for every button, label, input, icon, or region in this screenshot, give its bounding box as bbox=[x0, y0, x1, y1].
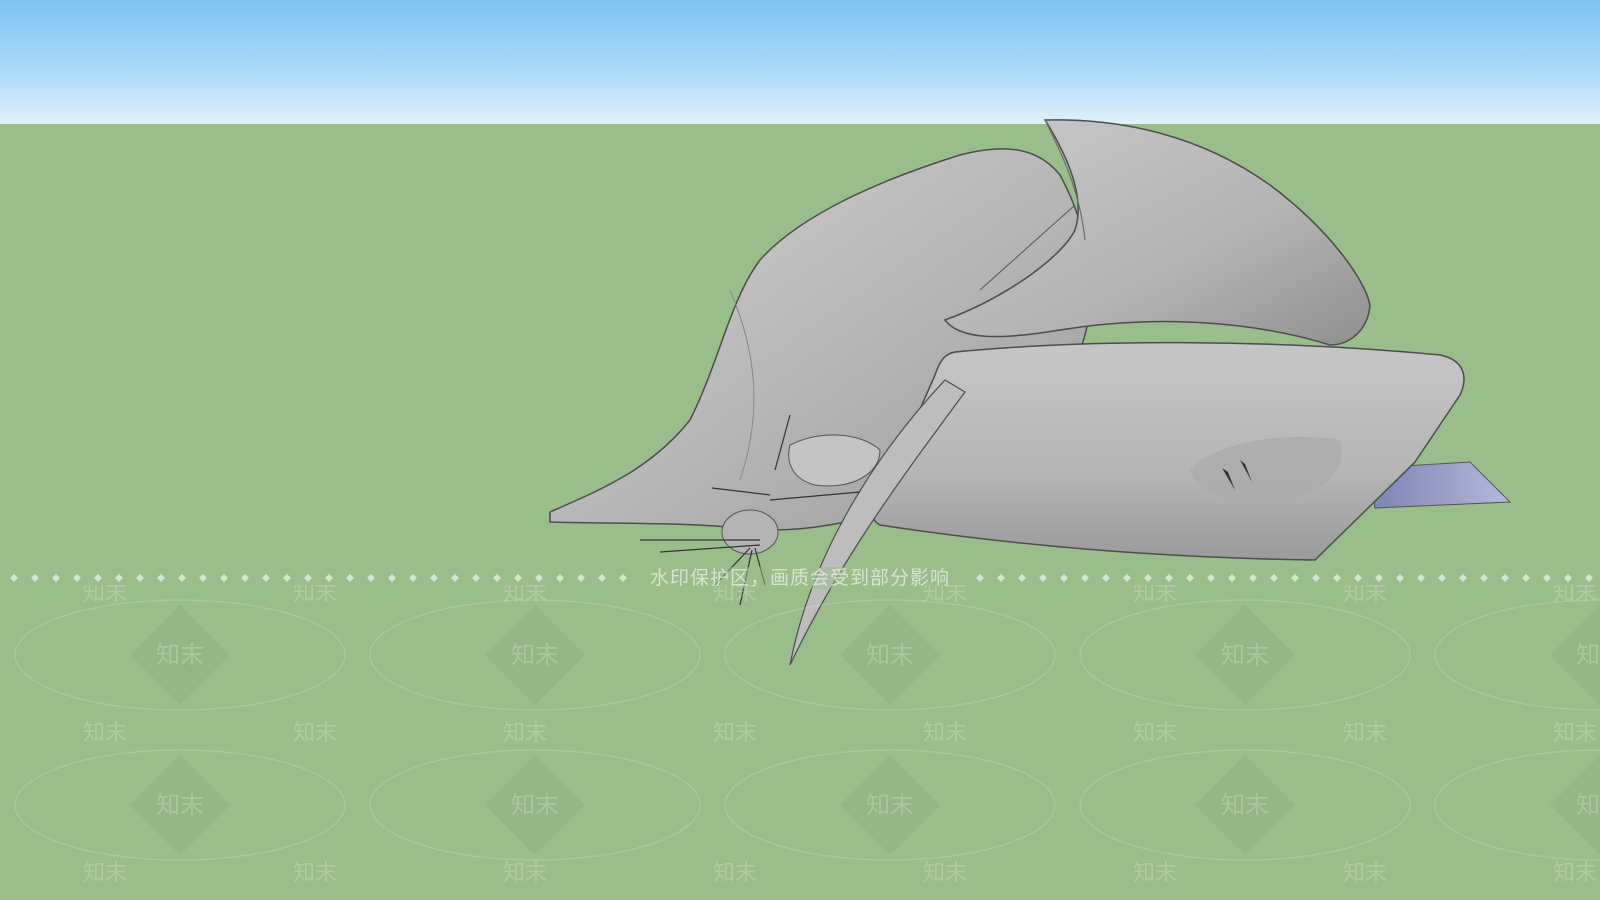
watermark-tiles: 知末 知末 知末 知末 知末 知末 知末 知末 知末 知末 知末 知末 知末 知末 知末 知末 知末 知末 知末 知末… bbox=[0, 581, 1600, 900]
watermark-brand-text: 知末 bbox=[511, 641, 559, 669]
watermark-brand-text: 知末 bbox=[156, 641, 204, 669]
watermark-brand-text: 知末 bbox=[503, 861, 547, 886]
watermark-brand-text: 知末 bbox=[1553, 721, 1597, 746]
watermark-brand-text: 知末 bbox=[293, 721, 337, 746]
watermark-brand-text: 知末 bbox=[1133, 861, 1177, 886]
watermark-brand-text: 知末 bbox=[1221, 791, 1269, 819]
watermark-brand-text: 知末 bbox=[713, 861, 757, 886]
watermark-brand-text: 知末 bbox=[1553, 585, 1597, 606]
watermark-brand-text: 知末 bbox=[1553, 861, 1597, 886]
watermark-brand-text: 知末 bbox=[156, 791, 204, 819]
modeling-viewport[interactable]: 水印保护区，画质会受到部分影响 知末 知末 知末 知末 知末 知末 知末 知末 知末 知末 知末 知末… bbox=[0, 0, 1600, 900]
watermark-brand-text: 知末 bbox=[1133, 721, 1177, 746]
watermark-brand-text: 知末 bbox=[1343, 585, 1387, 606]
watermark-brand-text: 知末 bbox=[1133, 585, 1177, 606]
watermark-brand-text: 知末 bbox=[1343, 721, 1387, 746]
watermark-pattern: 知末 知末 知末 知末 知末 知末 知末 知末知末 知末 知末 知末 知末 知末 知末 知末知末 知末 知末 知末… bbox=[14, 581, 1600, 886]
watermark-brand-text: 知末 bbox=[511, 791, 559, 819]
watermark-brand-text: 知末 bbox=[923, 721, 967, 746]
watermark-brand-text: 知末 bbox=[503, 721, 547, 746]
watermark-brand-text: 知末 bbox=[293, 585, 337, 606]
watermark-brand-text: 知末 bbox=[293, 861, 337, 886]
watermark-brand-text: 知末 bbox=[503, 585, 547, 606]
front-panel bbox=[872, 341, 1465, 561]
watermark-brand-text: 知末 bbox=[866, 641, 914, 669]
watermark-brand-text: 知末 bbox=[923, 861, 967, 886]
watermark-brand-text: 知末 bbox=[713, 721, 757, 746]
watermark-brand-text: 知末 bbox=[1576, 791, 1600, 819]
watermark-brand-text: 知末 bbox=[866, 791, 914, 819]
watermark-brand-text: 知末 bbox=[1576, 641, 1600, 669]
watermark-brand-text: 知末 bbox=[1221, 641, 1269, 669]
watermark-brand-text: 知末 bbox=[1343, 861, 1387, 886]
watermark-brand-text: 知末 bbox=[713, 585, 757, 606]
watermark-brand-text: 知末 bbox=[83, 721, 127, 746]
watermark-brand-text: 知末 bbox=[83, 861, 127, 886]
